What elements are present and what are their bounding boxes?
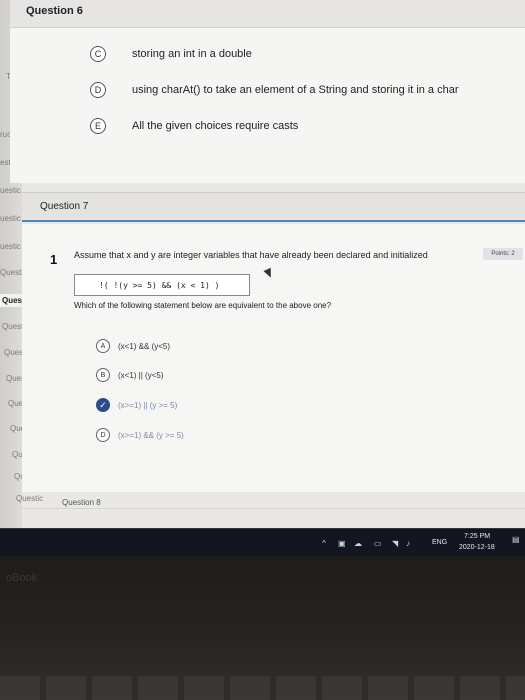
laptop-bezel: oBook: [0, 556, 525, 700]
question-number: 1: [50, 252, 58, 267]
answer-text: (x>=1) && (y >= 5): [118, 430, 184, 440]
divider: [22, 508, 525, 509]
question-6-title: Question 6: [26, 5, 83, 17]
clock-time[interactable]: 7:25 PM: [464, 533, 490, 540]
q6-option-d[interactable]: D using charAt() to take an element of a…: [90, 81, 459, 99]
cloud-icon[interactable]: ☁: [354, 539, 362, 548]
answer-option-a[interactable]: A (x<1) && (y<5): [96, 339, 170, 353]
q6-option-text: All the given choices require casts: [132, 120, 299, 132]
radio-c[interactable]: C: [90, 46, 106, 62]
answer-option-d[interactable]: D (x>=1) && (y >= 5): [96, 428, 184, 442]
battery-icon[interactable]: ▭: [374, 539, 382, 548]
rail-item[interactable]: Questic: [16, 494, 43, 503]
question-6-card: Question 6 C storing an int in a double …: [10, 0, 525, 183]
question-6-header: Question 6: [10, 0, 525, 28]
question-8-title[interactable]: Question 8: [62, 498, 101, 507]
question-7-title: Question 7: [40, 201, 89, 212]
answer-option-c[interactable]: ✓ (x>=1) || (y >= 5): [96, 398, 177, 412]
code-expression: !( !(y >= 5) && (x < 1) ): [74, 274, 250, 296]
monitor-screen: T ruc estic uestic uestic uestic Questic…: [0, 0, 525, 528]
answer-option-b[interactable]: B (x<1) || (y<5): [96, 368, 164, 382]
radio-c-checked[interactable]: ✓: [96, 398, 110, 412]
q6-option-c[interactable]: C storing an int in a double: [90, 45, 252, 63]
chevron-up-icon[interactable]: ^: [322, 539, 326, 548]
q6-option-e[interactable]: E All the given choices require casts: [90, 117, 298, 135]
answer-text: (x>=1) || (y >= 5): [118, 400, 178, 410]
rail-item[interactable]: uestic: [0, 214, 21, 223]
radio-e[interactable]: E: [90, 118, 106, 134]
answer-text: (x<1) && (y<5): [118, 341, 171, 351]
wifi-icon[interactable]: ◥: [392, 539, 398, 548]
notification-icon[interactable]: ▤: [512, 535, 520, 544]
question-prompt: Assume that x and y are integer variable…: [74, 250, 428, 260]
volume-icon[interactable]: ♪: [406, 539, 410, 548]
question-7-body: 1 Assume that x and y are integer variab…: [22, 224, 525, 492]
q6-option-text: storing an int in a double: [132, 48, 252, 60]
answer-text: (x<1) || (y<5): [118, 370, 164, 380]
question-instruction: Which of the following statement below a…: [74, 301, 332, 310]
windows-taskbar: ^ ▣ ☁ ▭ ◥ ♪ ENG 7:25 PM 2020-12-18 ▤: [0, 528, 525, 556]
brand-logo: oBook: [6, 572, 38, 584]
language-indicator[interactable]: ENG: [432, 539, 447, 546]
question-7-header: Question 7: [22, 192, 525, 222]
radio-d[interactable]: D: [96, 428, 110, 442]
checkmark-icon: ✓: [99, 399, 107, 410]
rail-item[interactable]: uestic: [0, 242, 21, 251]
mouse-cursor-icon: [263, 267, 275, 280]
clock-date[interactable]: 2020-12-18: [459, 544, 495, 551]
rail-item[interactable]: uestic: [0, 186, 21, 195]
keyboard-edge: [0, 676, 525, 700]
radio-d[interactable]: D: [90, 82, 106, 98]
radio-b[interactable]: B: [96, 368, 110, 382]
app-tray-icon[interactable]: ▣: [338, 539, 346, 548]
radio-a[interactable]: A: [96, 339, 110, 353]
points-badge: Points: 2: [483, 248, 523, 260]
q6-option-text: using charAt() to take an element of a S…: [132, 84, 459, 96]
